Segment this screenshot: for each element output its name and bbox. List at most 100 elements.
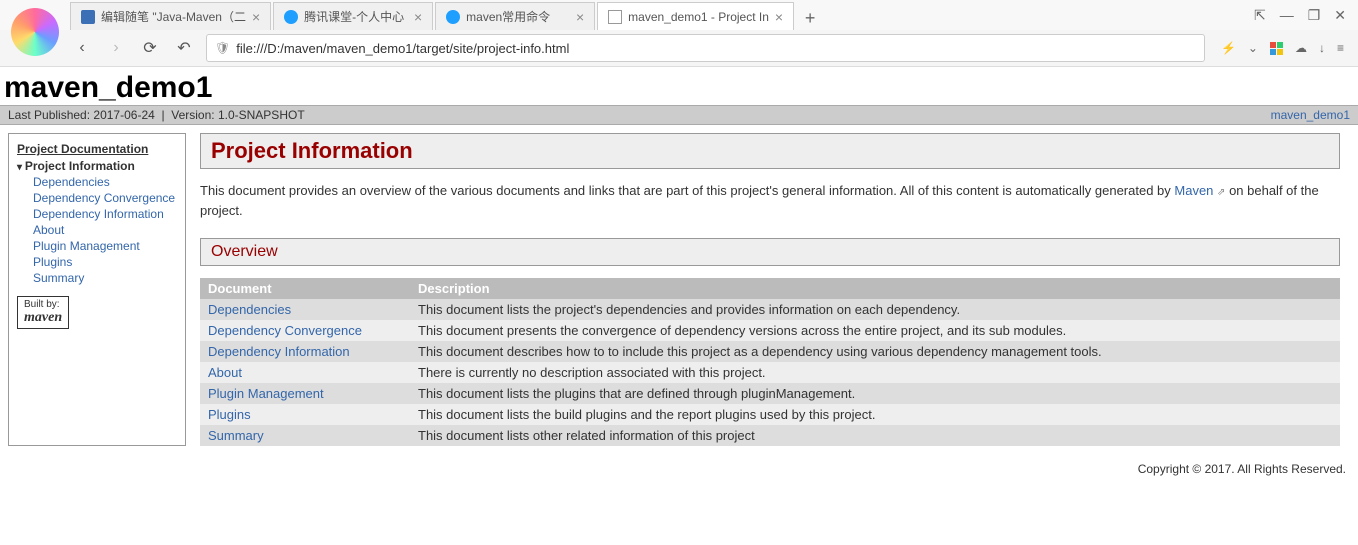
page-heading-box: Project Information — [200, 133, 1340, 169]
overview-title: Overview — [211, 243, 1329, 261]
version-value: 1.0-SNAPSHOT — [218, 108, 305, 122]
doc-description: There is currently no description associ… — [410, 362, 1340, 383]
titlebar: 编辑随笔 "Java-Maven（二 × 腾讯课堂-个人中心 × maven常用… — [0, 0, 1358, 30]
table-row: Dependencies This document lists the proj… — [200, 299, 1340, 320]
col-document: Document — [200, 278, 410, 299]
doc-link[interactable]: Summary — [208, 428, 264, 443]
doc-link[interactable]: About — [208, 365, 242, 380]
doc-link[interactable]: Plugins — [208, 407, 251, 422]
external-link-icon: ⇗ — [1217, 187, 1225, 198]
url-box[interactable]: 🛡 — [206, 34, 1205, 62]
breadcrumb: Last Published: 2017-06-24 | Version: 1.… — [0, 105, 1358, 125]
close-icon[interactable]: × — [414, 9, 422, 25]
doc-description: This document presents the convergence o… — [410, 320, 1340, 341]
window-close-icon[interactable]: ✕ — [1334, 7, 1346, 24]
close-icon[interactable]: × — [576, 9, 584, 25]
pin-icon[interactable]: ⇱ — [1254, 7, 1266, 24]
tabs-row: 编辑随笔 "Java-Maven（二 × 腾讯课堂-个人中心 × maven常用… — [70, 0, 1242, 30]
menu-icon[interactable]: ≡ — [1337, 41, 1344, 55]
table-row: Plugin Management This document lists the… — [200, 383, 1340, 404]
banner: maven_demo1 — [0, 67, 1358, 105]
sidebar-item-summary[interactable]: Summary — [17, 270, 177, 286]
undo-button[interactable]: ↶ — [172, 36, 196, 60]
tab-label: maven常用命令 — [466, 8, 570, 25]
doc-description: This document lists the project's depend… — [410, 299, 1340, 320]
tab-1[interactable]: 腾讯课堂-个人中心 × — [273, 2, 433, 30]
site-content: maven_demo1 Last Published: 2017-06-24 |… — [0, 67, 1358, 484]
addrbar-right: ⚡ ⌄ ☁ ↓ ≡ — [1215, 41, 1350, 55]
sidebar-item-dep-convergence[interactable]: Dependency Convergence — [17, 190, 177, 206]
last-published-label: Last Published: — [8, 108, 90, 122]
cloud-icon[interactable]: ☁ — [1295, 41, 1307, 55]
tab-0[interactable]: 编辑随笔 "Java-Maven（二 × — [70, 2, 271, 30]
intro-paragraph: This document provides an overview of th… — [200, 181, 1340, 220]
overview-table: Document Description Dependencies This do… — [200, 278, 1340, 446]
table-row: About There is currently no description a… — [200, 362, 1340, 383]
main-content: Project Information This document provid… — [200, 133, 1350, 446]
overview-heading-box: Overview — [200, 238, 1340, 266]
doc-description: This document lists the build plugins an… — [410, 404, 1340, 425]
reload-button[interactable]: ⟳ — [138, 36, 162, 60]
doc-description: This document lists the plugins that are… — [410, 383, 1340, 404]
file-icon — [608, 10, 622, 24]
copyright: Copyright © 2017. All Rights Reserved. — [1138, 462, 1346, 476]
built-by-label: Built by: — [24, 299, 60, 310]
tab-2[interactable]: maven常用命令 × — [435, 2, 595, 30]
table-row: Summary This document lists other related… — [200, 425, 1340, 446]
favicon-icon — [284, 10, 298, 24]
breadcrumb-project-link[interactable]: maven_demo1 — [1271, 108, 1350, 122]
sidebar-item-about[interactable]: About — [17, 222, 177, 238]
new-tab-button[interactable]: + — [796, 6, 824, 30]
tab-3[interactable]: maven_demo1 - Project In × — [597, 2, 794, 30]
version-label: Version: — [171, 108, 214, 122]
project-title: maven_demo1 — [4, 71, 1354, 105]
table-row: Dependency Convergence This document pres… — [200, 320, 1340, 341]
apps-icon[interactable] — [1270, 42, 1283, 55]
page-title: Project Information — [211, 138, 1329, 164]
chevron-down-icon[interactable]: ⌄ — [1248, 41, 1258, 55]
minimize-icon[interactable]: — — [1280, 7, 1294, 23]
shield-icon: 🛡 — [215, 41, 230, 55]
sidebar-item-dep-information[interactable]: Dependency Information — [17, 206, 177, 222]
back-button[interactable]: ‹ — [70, 36, 94, 60]
close-icon[interactable]: × — [252, 9, 260, 25]
favicon-icon — [446, 10, 460, 24]
flash-icon[interactable]: ⚡ — [1221, 41, 1236, 55]
breadcrumb-left: Last Published: 2017-06-24 | Version: 1.… — [8, 108, 305, 122]
sidebar-item-plugin-mgmt[interactable]: Plugin Management — [17, 238, 177, 254]
sidebar-item-dependencies[interactable]: Dependencies — [17, 174, 177, 190]
tab-label: maven_demo1 - Project In — [628, 10, 769, 24]
doc-description: This document describes how to to includ… — [410, 341, 1340, 362]
doc-link[interactable]: Dependency Information — [208, 344, 350, 359]
col-description: Description — [410, 278, 1340, 299]
maven-badge[interactable]: Built by: maven — [17, 296, 69, 329]
window-controls: ⇱ — ❐ ✕ — [1242, 7, 1358, 24]
footer: Copyright © 2017. All Rights Reserved. — [0, 454, 1358, 484]
close-icon[interactable]: × — [775, 9, 783, 25]
intro-pre: This document provides an overview of th… — [200, 183, 1174, 198]
doc-link[interactable]: Dependency Convergence — [208, 323, 362, 338]
forward-button[interactable]: › — [104, 36, 128, 60]
last-published-value: 2017-06-24 — [93, 108, 154, 122]
url-input[interactable] — [236, 41, 1196, 56]
sidebar-heading: Project Documentation — [17, 142, 177, 156]
tab-label: 腾讯课堂-个人中心 — [304, 8, 408, 25]
table-row: Dependency Information This document desc… — [200, 341, 1340, 362]
doc-link[interactable]: Dependencies — [208, 302, 291, 317]
favicon-icon — [81, 10, 95, 24]
doc-description: This document lists other related inform… — [410, 425, 1340, 446]
maven-logo-text: maven — [24, 310, 62, 325]
table-row: Plugins This document lists the build plu… — [200, 404, 1340, 425]
browser-chrome: 编辑随笔 "Java-Maven（二 × 腾讯课堂-个人中心 × maven常用… — [0, 0, 1358, 67]
tab-label: 编辑随笔 "Java-Maven（二 — [101, 8, 246, 25]
sidebar: Project Documentation Project Informatio… — [8, 133, 186, 446]
breadcrumb-right: maven_demo1 — [1271, 108, 1350, 122]
doc-link[interactable]: Plugin Management — [208, 386, 324, 401]
download-icon[interactable]: ↓ — [1319, 41, 1325, 55]
sidebar-item-plugins[interactable]: Plugins — [17, 254, 177, 270]
maven-link[interactable]: Maven — [1174, 183, 1213, 198]
sidebar-current[interactable]: Project Information — [17, 158, 177, 174]
restore-icon[interactable]: ❐ — [1308, 7, 1321, 24]
browser-logo[interactable] — [4, 2, 66, 62]
address-bar: ‹ › ⟳ ↶ 🛡 ⚡ ⌄ ☁ ↓ ≡ — [62, 30, 1358, 66]
